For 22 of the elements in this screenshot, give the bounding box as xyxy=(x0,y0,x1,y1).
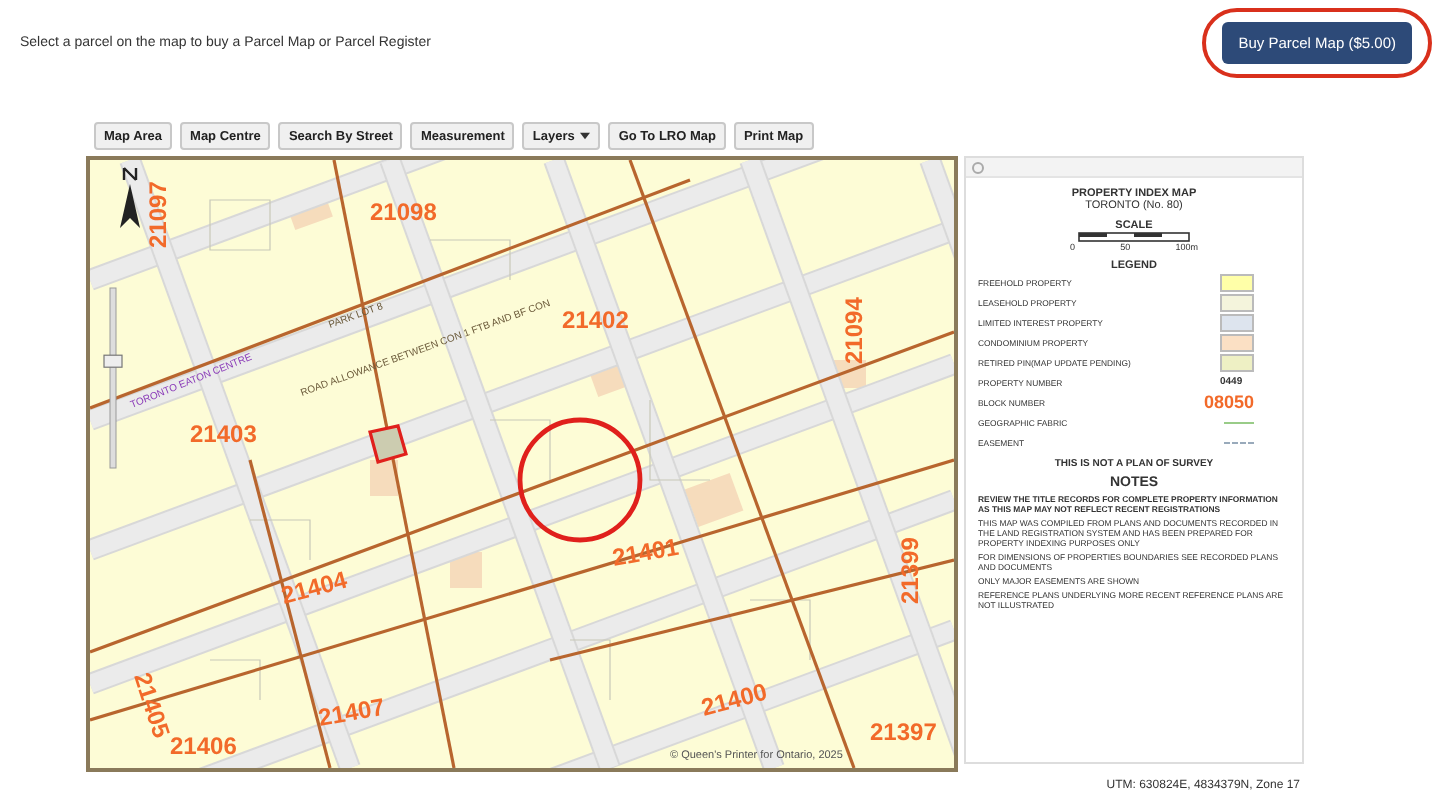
block-number: 21406 xyxy=(170,732,237,760)
highlighted-parcel[interactable] xyxy=(368,424,408,464)
block-number: 21402 xyxy=(562,306,629,334)
block-number: 21403 xyxy=(190,420,257,448)
zoom-slider-track[interactable] xyxy=(109,287,117,469)
block-number: 21407 xyxy=(316,692,387,732)
block-number: 21094 xyxy=(840,297,868,364)
building-footprint xyxy=(684,473,744,527)
collapse-icon[interactable] xyxy=(972,161,984,173)
block-number: 21400 xyxy=(698,677,771,722)
caret-icon xyxy=(580,132,591,140)
block-number: 21404 xyxy=(278,565,351,610)
scale-bar-icon xyxy=(1078,232,1190,242)
block-number: 21098 xyxy=(370,198,437,226)
block-number: 21397 xyxy=(870,718,937,746)
slider-thumb[interactable] xyxy=(103,354,123,368)
block-number: 21097 xyxy=(144,181,172,248)
block-number: 21401 xyxy=(610,532,681,572)
circle-marker xyxy=(517,417,643,543)
block-number-sample: 08050 xyxy=(1203,392,1254,412)
north-arrow-icon xyxy=(120,166,140,228)
block-number: 21399 xyxy=(896,537,924,604)
